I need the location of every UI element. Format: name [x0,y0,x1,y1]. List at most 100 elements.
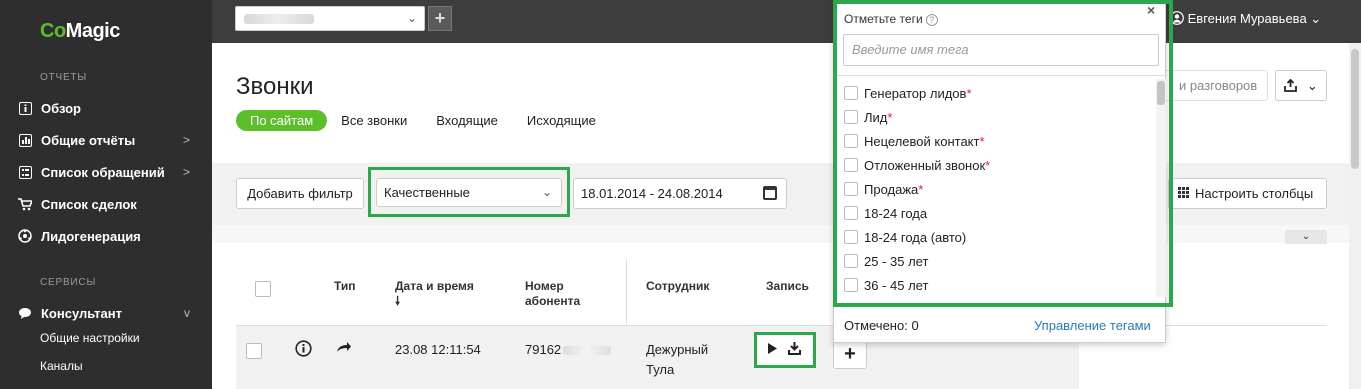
column-datetime[interactable]: Дата и время 🠗 [395,279,474,309]
date-range-field[interactable]: 18.01.2014 - 24.08.2014 [573,178,787,209]
sidebar-subitem-channels[interactable]: Каналы [40,359,83,373]
play-icon[interactable] [767,342,778,358]
tags-popup: Отметьте теги? × Введите имя тега Генера… [833,0,1167,344]
chevron-down-icon: ⌄ [406,11,417,25]
chevron-down-icon: ⌄ [1306,78,1318,93]
column-number[interactable]: Номер абонента [525,279,580,309]
site-select[interactable]: ⌄ [235,6,425,31]
chevron-down-icon: ⌄ [541,185,552,199]
add-tag-button[interactable]: + [833,340,867,369]
tag-label: Отложенный звонок [864,157,986,173]
required-marker: * [918,181,924,197]
add-filter-button[interactable]: Добавить фильтр [236,178,364,209]
sidebar-item-general-reports[interactable]: Общие отчёты > [18,129,198,151]
tag-checkbox[interactable] [844,278,858,292]
tab-all-calls[interactable]: Все звонки [341,113,407,128]
tag-search-input[interactable]: Введите имя тега [843,34,1159,66]
sidebar-item-requests[interactable]: Список обращений > [18,161,198,183]
tag-checkbox[interactable] [844,110,858,124]
configure-columns-button[interactable]: Настроить столбцы [1168,178,1327,209]
sidebar-item-deals[interactable]: Список сделок [18,193,198,215]
sidebar-item-label: Лидогенерация [41,228,141,244]
collapse-toggle[interactable]: ⌄ [1285,230,1327,244]
help-icon[interactable]: ? [925,14,938,26]
add-site-button[interactable]: + [428,6,452,31]
logo[interactable]: CoMagic [40,20,120,43]
quality-select-value: Качественные [384,185,470,200]
calendar-icon[interactable] [763,186,777,200]
tag-item[interactable]: Нецелевой контакт * [844,132,985,150]
logo-part-magic: Magic [65,20,121,42]
tag-checkbox[interactable] [844,230,858,244]
sidebar-subitem-general-settings[interactable]: Общие настройки [40,331,140,345]
required-marker: * [985,157,991,173]
tab-outgoing[interactable]: Исходящие [527,113,596,128]
tag-checkbox[interactable] [844,254,858,268]
tag-item[interactable]: Генератор лидов * [844,84,972,102]
sidebar-item-leadgen[interactable]: Лидогенерация [18,225,198,247]
tag-list-scrollbar[interactable] [1156,79,1166,297]
date-range-value: 18.01.2014 - 24.08.2014 [581,186,723,201]
tag-checkbox[interactable] [844,86,858,100]
marked-count: Отмечено: 0 [844,318,919,333]
sidebar-item-label: Общие отчёты [41,132,136,148]
tag-checkbox[interactable] [844,182,858,196]
tag-checkbox[interactable] [844,158,858,172]
info-icon [18,101,32,115]
tag-list-scrollbar-thumb[interactable] [1157,81,1165,105]
tab-by-sites[interactable]: По сайтам [236,110,328,131]
column-employee[interactable]: Сотрудник [646,279,709,294]
tag-item[interactable]: 25 - 35 лет [844,252,928,270]
row-employee: Дежурный Тула [646,340,708,380]
required-marker: * [979,133,985,149]
tag-item[interactable]: 18-24 года (авто) [844,228,966,246]
tags-popup-title-text: Отметьте теги [844,12,923,26]
highlight-frame-record [754,332,816,368]
chevron-down-icon: ⌄ [1310,11,1322,26]
user-name: Евгения Муравьева [1187,11,1307,26]
download-icon[interactable] [788,341,801,358]
sidebar-item-overview[interactable]: Обзор [18,97,198,119]
tag-item[interactable]: Продажа * [844,180,923,198]
export-button[interactable]: ⌄ [1275,70,1327,101]
tag-checkbox[interactable] [844,134,858,148]
site-name-blurred [244,14,314,24]
logo-part-co: Co [40,20,66,42]
tag-label: 36 - 45 лет [864,277,929,293]
page-scrollbar[interactable] [1349,43,1361,389]
sidebar-item-label: Обзор [41,100,81,116]
info-icon[interactable] [295,340,312,360]
row-checkbox[interactable] [246,343,262,359]
chevron-down-icon: ⌄ [1301,231,1311,242]
tab-incoming[interactable]: Входящие [436,113,498,128]
column-datetime-label: Дата и время [395,279,474,293]
select-all-checkbox[interactable] [255,281,271,297]
user-menu[interactable]: Евгения Муравьева ⌄ [1170,11,1321,27]
tag-item[interactable]: 36 - 45 лет [844,276,928,294]
tags-popup-footer: Отмечено: 0 Управление тегами [834,307,1167,344]
tag-item[interactable]: Лид * [844,108,892,126]
row-employee-line2: Тула [646,362,675,377]
tag-item[interactable]: 18-24 года [844,204,927,222]
sidebar-item-consultant[interactable]: Консультант v [18,302,198,324]
column-number-line1: Номер [525,279,564,293]
manage-tags-link[interactable]: Управление тегами [1034,318,1151,333]
tag-label: Нецелевой контакт [864,133,980,149]
user-icon [1170,11,1188,26]
column-type[interactable]: Тип [334,279,356,294]
tag-item[interactable]: Отложенный звонок * [844,156,990,174]
quality-select[interactable]: Качественные ⌄ [376,178,562,207]
page-scrollbar-thumb[interactable] [1351,49,1359,169]
column-number-line2: абонента [525,294,581,308]
required-marker: * [966,85,972,101]
conversation-history-button[interactable]: и разговоров [1158,70,1268,101]
sidebar-item-label: Список обращений [41,164,165,180]
chevron-right-icon: > [182,133,190,147]
services-section-label: СЕРВИСЫ [40,277,97,288]
close-icon[interactable]: × [1147,2,1155,18]
column-record[interactable]: Запись [766,279,809,294]
sidebar-item-label: Консультант [41,305,122,321]
chevron-right-icon: > [182,165,190,179]
tag-checkbox[interactable] [844,206,858,220]
tag-label: 18-24 года [864,205,928,221]
